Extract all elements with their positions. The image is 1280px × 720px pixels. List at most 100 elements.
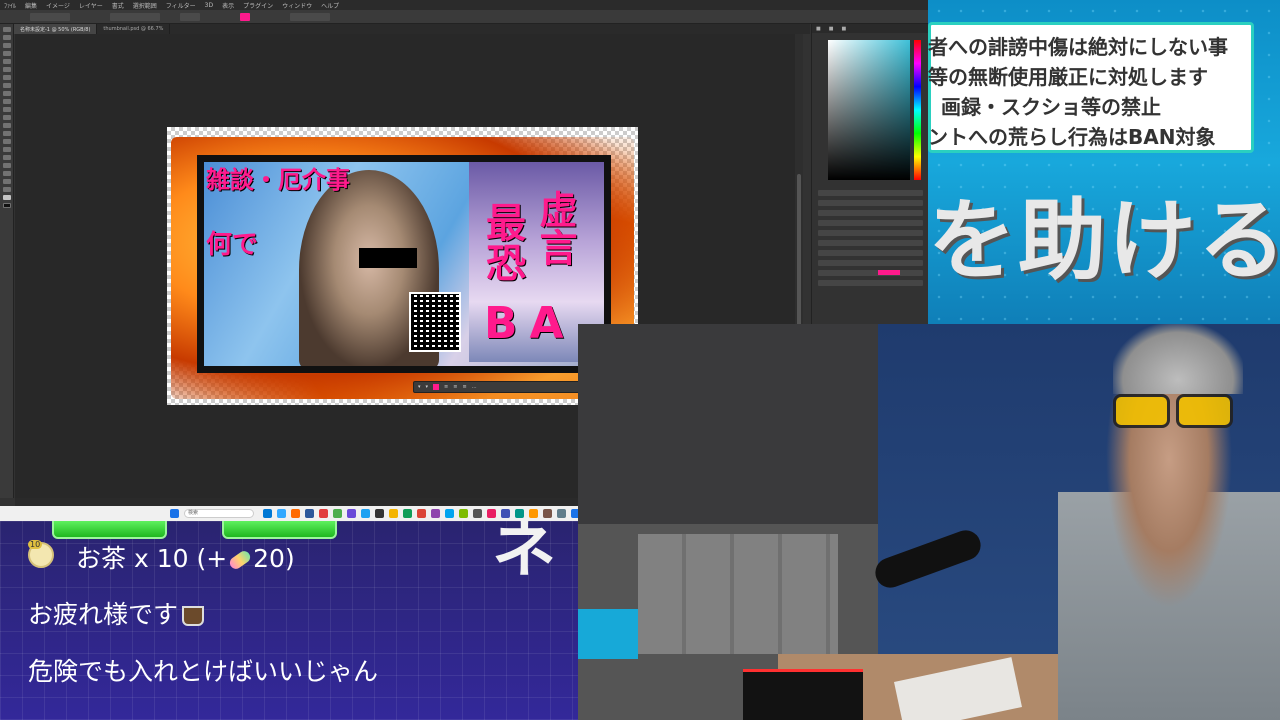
tab-color[interactable]: ■ <box>816 26 821 32</box>
thumb-text-saikyo: 最恐 <box>479 202 525 282</box>
menu-item[interactable]: 3D <box>205 2 213 9</box>
font-family-select[interactable] <box>30 13 70 21</box>
menu-item[interactable]: ヘルプ <box>321 1 339 10</box>
explorer-icon[interactable] <box>263 509 272 518</box>
menu-item[interactable]: プラグイン <box>243 1 273 10</box>
options-bar <box>0 10 928 24</box>
tab-gradients[interactable]: ■ <box>841 26 846 32</box>
more-options-icon[interactable]: … <box>472 384 477 390</box>
property-row[interactable] <box>818 260 923 266</box>
app-icon[interactable] <box>445 509 454 518</box>
menu-item[interactable]: 編集 <box>25 1 37 10</box>
tab-document-1[interactable]: 名称未設定-1 @ 50% (RGB/8) <box>14 24 98 34</box>
menu-item[interactable]: 表示 <box>222 1 234 10</box>
font-style-select[interactable] <box>110 13 160 21</box>
app-icon[interactable] <box>557 509 566 518</box>
text-color-property[interactable] <box>878 270 900 275</box>
menu-item[interactable]: ウィンドウ <box>282 1 312 10</box>
tea-gift-icon: 10 <box>28 540 54 568</box>
app-icon[interactable] <box>319 509 328 518</box>
history-brush-icon[interactable] <box>2 107 11 112</box>
eyedropper-tool-icon[interactable] <box>2 75 11 80</box>
background-color-icon[interactable] <box>2 203 11 208</box>
brush-tool-icon[interactable] <box>2 91 11 96</box>
app-icon[interactable] <box>333 509 342 518</box>
crop-tool-icon[interactable] <box>2 59 11 64</box>
align-right-icon[interactable]: ≡ <box>462 384 466 390</box>
tab-swatches[interactable]: ■ <box>829 26 834 32</box>
align-center-icon[interactable]: ≡ <box>453 384 457 390</box>
menu-bar: ﾌｧｲﾙ 編集 イメージ レイヤー 書式 選択範囲 フィルター 3D 表示 プラ… <box>0 0 928 10</box>
hand-tool-icon[interactable] <box>2 179 11 184</box>
app-icon[interactable] <box>473 509 482 518</box>
contextual-task-bar: ▾ ▾ ≡ ≡ ≡ … <box>413 381 593 393</box>
move-tool-icon[interactable] <box>2 27 11 32</box>
blur-tool-icon[interactable] <box>2 131 11 136</box>
overlay-mark: ネ <box>492 513 556 587</box>
app-icon[interactable] <box>403 509 412 518</box>
pen-tool-icon[interactable] <box>2 147 11 152</box>
marquee-tool-icon[interactable] <box>2 35 11 40</box>
property-row[interactable] <box>818 220 923 226</box>
app-icon[interactable] <box>431 509 440 518</box>
app-icon[interactable] <box>291 509 300 518</box>
dodge-tool-icon[interactable] <box>2 139 11 144</box>
property-row[interactable] <box>818 200 923 206</box>
gift-amount: 20) <box>253 544 295 573</box>
size-field[interactable]: ▾ <box>426 384 429 390</box>
thumbnail-image: 雑談・厄介事 何で 虚言 最恐 BA <box>197 155 611 373</box>
align-left-icon[interactable]: ≡ <box>444 384 448 390</box>
property-row[interactable] <box>818 240 923 246</box>
shape-tool-icon[interactable] <box>2 171 11 176</box>
app-icon[interactable] <box>459 509 468 518</box>
toolbox <box>0 24 14 498</box>
rule-line-3: 画録・スクショ等の禁止 <box>941 95 1161 119</box>
menu-item[interactable]: ﾌｧｲﾙ <box>4 1 16 10</box>
font-size-select[interactable] <box>180 13 200 21</box>
menu-item[interactable]: フィルター <box>166 1 196 10</box>
gift-text: お茶 x 10 (+ <box>76 544 228 573</box>
property-row[interactable] <box>818 190 923 196</box>
tab-document-2[interactable]: thumbnail.psd @ 66.7% <box>97 24 171 34</box>
property-row[interactable] <box>818 270 923 276</box>
hue-slider[interactable] <box>914 40 921 180</box>
app-icon[interactable] <box>375 509 384 518</box>
taskbar-search[interactable]: 検索 <box>184 509 254 518</box>
menu-item[interactable]: レイヤー <box>79 1 103 10</box>
menu-item[interactable]: イメージ <box>46 1 70 10</box>
start-icon[interactable] <box>170 509 179 518</box>
gift-badge: 10 <box>28 540 43 549</box>
eraser-tool-icon[interactable] <box>2 115 11 120</box>
color-picker-field[interactable] <box>828 40 910 180</box>
photoshop-icon[interactable] <box>277 509 286 518</box>
app-icon[interactable] <box>417 509 426 518</box>
zoom-tool-icon[interactable] <box>2 187 11 192</box>
app-icon[interactable] <box>305 509 314 518</box>
font-field[interactable]: ▾ <box>418 384 421 390</box>
app-icon[interactable] <box>389 509 398 518</box>
type-tool-icon[interactable] <box>2 155 11 160</box>
lasso-tool-icon[interactable] <box>2 43 11 48</box>
menu-item[interactable]: 選択範囲 <box>133 1 157 10</box>
streamer <box>1058 394 1280 720</box>
thumb-text-ba: BA <box>484 298 576 349</box>
property-row[interactable] <box>818 210 923 216</box>
menu-item[interactable]: 書式 <box>112 1 124 10</box>
heal-tool-icon[interactable] <box>2 83 11 88</box>
document-canvas[interactable]: 雑談・厄介事 何で 虚言 最恐 BA <box>167 127 638 405</box>
app-icon[interactable] <box>347 509 356 518</box>
foreground-color-icon[interactable] <box>2 195 11 200</box>
color-swatch[interactable] <box>433 384 440 390</box>
property-row[interactable] <box>818 250 923 256</box>
app-icon[interactable] <box>361 509 370 518</box>
property-row[interactable] <box>818 280 923 286</box>
gradient-tool-icon[interactable] <box>2 123 11 128</box>
warp-text-button[interactable] <box>290 13 330 21</box>
frame-tool-icon[interactable] <box>2 67 11 72</box>
stamp-tool-icon[interactable] <box>2 99 11 104</box>
text-color-swatch[interactable] <box>240 13 250 21</box>
path-select-icon[interactable] <box>2 163 11 168</box>
property-row[interactable] <box>818 230 923 236</box>
color-panel-tabs: ■ ■ ■ <box>812 24 928 33</box>
select-tool-icon[interactable] <box>2 51 11 56</box>
